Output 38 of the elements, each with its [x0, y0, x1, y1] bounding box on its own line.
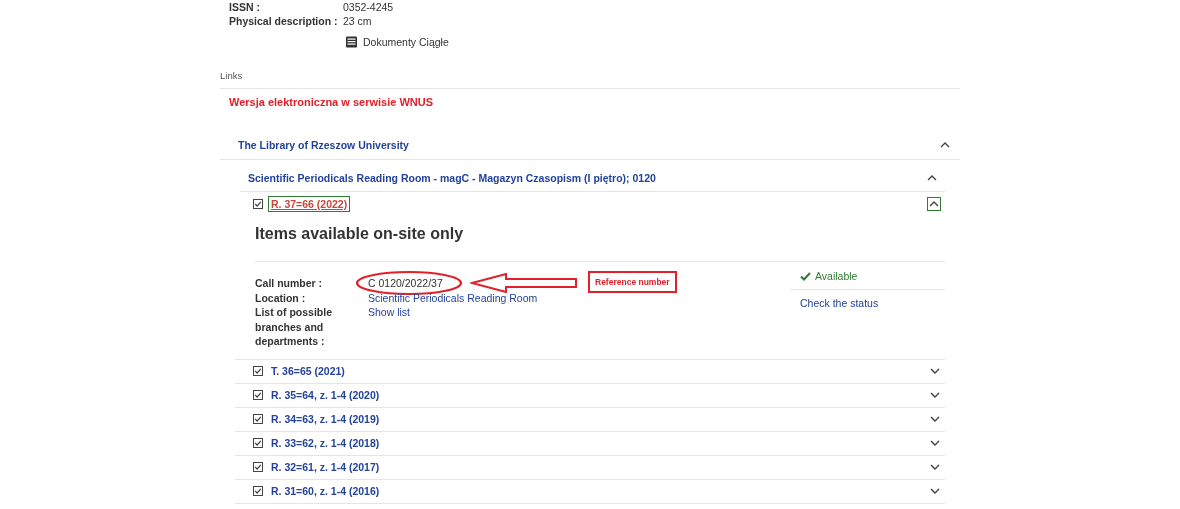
checkmark-icon [800, 271, 811, 281]
field-link[interactable]: Show list [368, 305, 410, 320]
volume-link[interactable]: R. 32=61, z. 1-4 (2017) [268, 459, 383, 475]
external-link[interactable]: Wersja elektroniczna w serwisie WNUS [229, 96, 433, 108]
section-heading: Links [220, 70, 960, 89]
checkbox-icon[interactable] [253, 414, 263, 424]
annotation-label: Reference number [588, 271, 677, 293]
library-name[interactable]: The Library of Rzeszow University [238, 139, 409, 151]
availability-status: Available [815, 270, 858, 282]
field-label: List of possible branches and departments : [255, 305, 333, 349]
volume-link[interactable]: R. 35=64, z. 1-4 (2020) [268, 387, 383, 403]
field-value: 23 cm [343, 15, 372, 27]
checkbox-icon[interactable] [253, 462, 263, 472]
room-name[interactable]: Scientific Periodicals Reading Room - magC - Magazyn Czasopism (I piętro); 0120 [248, 172, 656, 184]
chevron-icon[interactable] [927, 196, 941, 211]
field-label: ISSN : [229, 1, 261, 13]
volume-link[interactable]: R. 37=66 (2022) [268, 195, 351, 212]
field-label: Call number : [255, 276, 324, 291]
field-label: Location : [255, 290, 307, 305]
availability-heading: Items available on-site only [255, 225, 465, 243]
field-label: Physical description : [229, 15, 339, 27]
volume-link[interactable]: R. 31=60, z. 1-4 (2016) [268, 483, 383, 499]
call-number: C 0120/2022/37 [368, 276, 443, 291]
document-icon [345, 36, 358, 48]
volume-link[interactable]: R. 34=63, z. 1-4 (2019) [268, 411, 383, 427]
checkbox-icon[interactable] [253, 390, 263, 400]
volume-link[interactable]: T. 36=65 (2021) [268, 363, 348, 379]
field-link[interactable]: Scientific Periodicals Reading Room [368, 290, 538, 305]
check-status-link[interactable]: Check the status [790, 290, 945, 316]
chevron-icon[interactable] [927, 175, 937, 181]
checkbox-icon[interactable] [253, 438, 263, 448]
document-type: Dokumenty Ciągłe [363, 36, 449, 48]
checkbox-icon[interactable] [253, 486, 263, 496]
checkbox-icon[interactable] [253, 366, 263, 376]
chevron-icon[interactable] [940, 142, 950, 148]
checkbox-icon[interactable] [253, 198, 263, 209]
volume-link[interactable]: R. 33=62, z. 1-4 (2018) [268, 435, 383, 451]
field-value: 0352-4245 [343, 1, 394, 13]
